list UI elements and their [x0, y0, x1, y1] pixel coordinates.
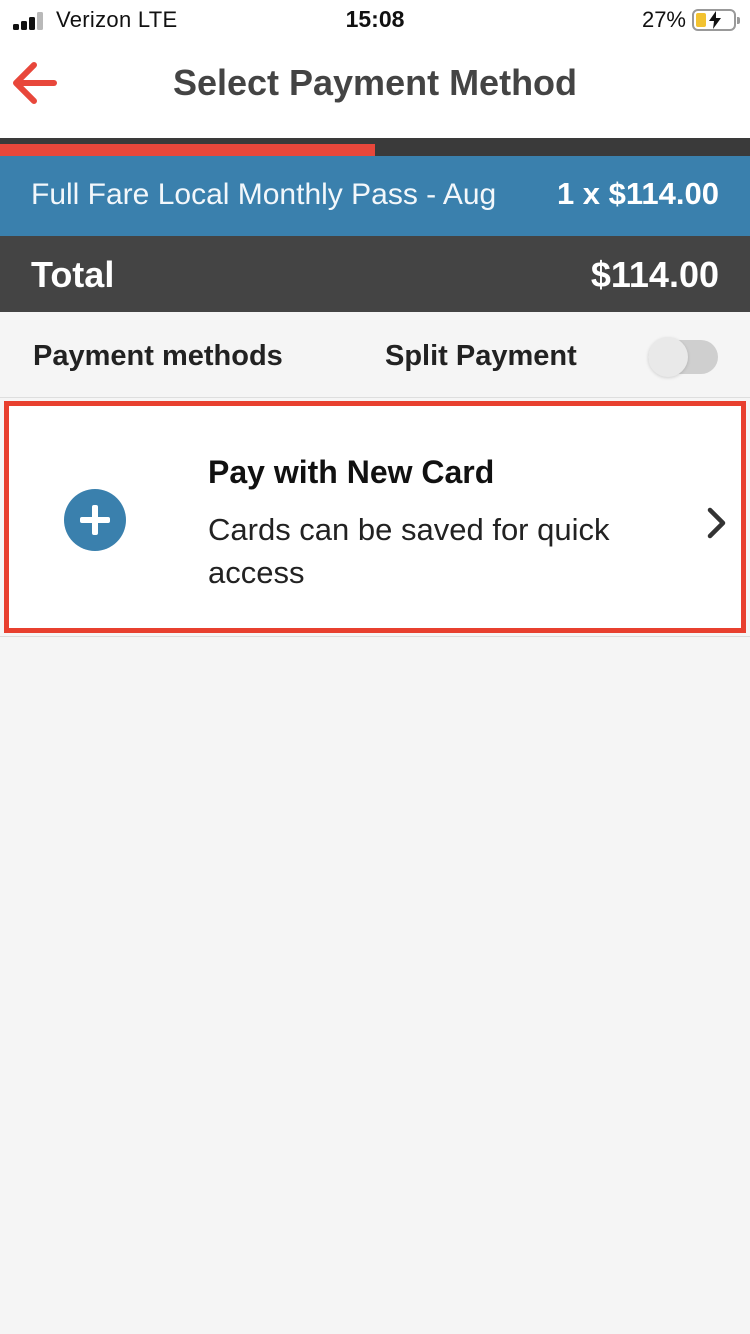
status-time: 15:08 [345, 6, 405, 32]
progress-fill [0, 144, 375, 156]
new-card-title: Pay with New Card [208, 454, 495, 490]
item-quantity-price: 1 x $114.00 [556, 176, 719, 211]
payment-methods-label: Payment methods [33, 340, 283, 372]
divider [0, 636, 750, 637]
payment-methods-header: Payment methods Split Payment [0, 312, 750, 398]
plus-circle-icon [64, 489, 126, 551]
battery-percent: 27% [641, 7, 686, 32]
status-bar: Verizon LTE 15:08 27% [0, 0, 750, 40]
new-card-subtitle: Cards can be saved for quick access [208, 512, 610, 590]
nav-header: Select Payment Method [0, 40, 750, 138]
page-title: Select Payment Method [172, 62, 578, 103]
chevron-right-icon [707, 507, 726, 539]
total-row: Total $114.00 [0, 236, 750, 312]
total-label: Total [31, 254, 115, 295]
item-name: Full Fare Local Monthly Pass - Aug [31, 178, 497, 211]
toggle-knob [648, 337, 688, 377]
checkout-progress-bar [0, 138, 750, 156]
order-line-item: Full Fare Local Monthly Pass - Aug 1 x $… [0, 156, 750, 236]
battery-icon [692, 9, 740, 31]
charging-bolt-icon [709, 11, 721, 29]
pay-with-new-card-option[interactable]: Pay with New Card Cards can be saved for… [4, 401, 746, 633]
split-payment-label: Split Payment [385, 340, 577, 372]
split-payment-toggle[interactable] [648, 337, 718, 377]
total-amount: $114.00 [590, 254, 719, 295]
